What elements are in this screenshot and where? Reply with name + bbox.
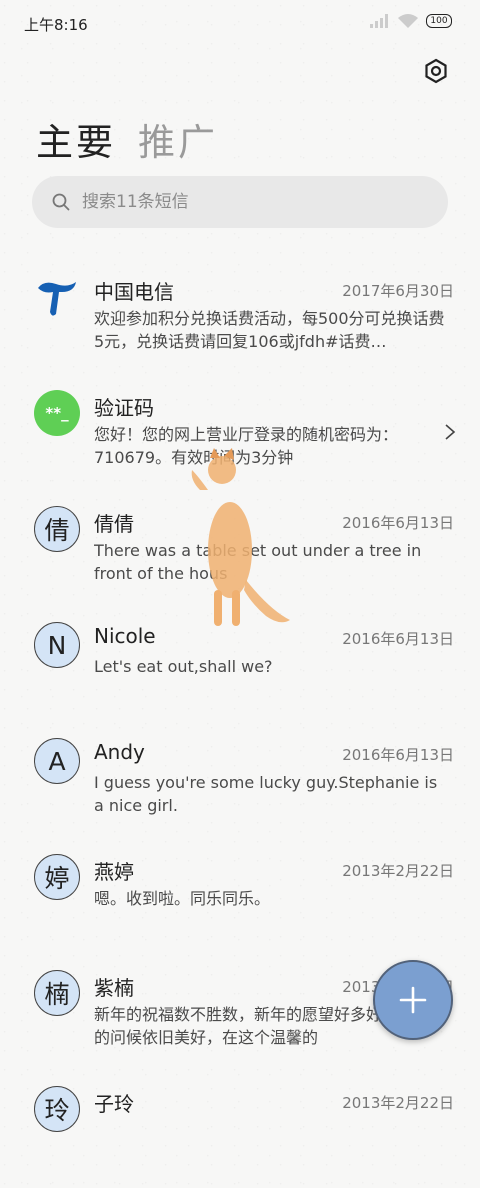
settings-button[interactable] <box>420 55 452 87</box>
conversation-item[interactable]: N Nicole 2016年6月13日 Let's eat out,shall … <box>0 608 480 724</box>
conversation-item[interactable]: 婷 燕婷 2013年2月22日 嗯。收到啦。同乐同乐。 <box>0 840 480 956</box>
verification-code-avatar: **_ <box>34 390 80 436</box>
avatar: 婷 <box>34 854 80 900</box>
conversation-preview: Let's eat out,shall we? <box>94 657 273 676</box>
search-input[interactable] <box>80 191 414 213</box>
conversation-item[interactable]: 中国电信 2017年6月30日 欢迎参加积分兑换话费活动，每500分可兑换话费5… <box>0 260 480 376</box>
avatar: 倩 <box>34 506 80 552</box>
wifi-icon <box>398 14 418 28</box>
new-message-button[interactable] <box>373 960 453 1040</box>
conversation-name: 倩倩 <box>94 512 134 536</box>
conversation-item[interactable]: 玲 子玲 2013年2月22日 <box>0 1072 480 1188</box>
status-icons: 100 <box>370 14 452 28</box>
avatar: A <box>34 738 80 784</box>
status-bar: 上午8:16 100 <box>0 0 480 46</box>
conversation-preview: 您好！您的网上营业厅登录的随机密码为：710679。有效时间为3分钟 <box>94 425 399 467</box>
tab-bar: 主要 推广 <box>36 112 218 166</box>
settings-icon <box>425 58 447 84</box>
conversation-item[interactable]: A Andy 2016年6月13日 I guess you're some lu… <box>0 724 480 840</box>
tab-promotions[interactable]: 推广 <box>138 112 218 166</box>
avatar: 楠 <box>34 970 80 1016</box>
conversation-date: 2017年6月30日 <box>342 282 454 300</box>
conversation-name: Andy <box>94 740 145 764</box>
conversation-date: 2013年2月22日 <box>342 1094 454 1112</box>
tab-primary[interactable]: 主要 <box>36 112 116 166</box>
conversation-name: 中国电信 <box>94 280 174 304</box>
chevron-right-icon[interactable] <box>444 423 456 441</box>
telecom-logo-icon <box>34 274 80 320</box>
conversation-preview: 欢迎参加积分兑换话费活动，每500分可兑换话费5元，兑换话费请回复106或jfd… <box>94 309 445 351</box>
conversation-name: 验证码 <box>94 396 154 420</box>
conversation-item[interactable]: 倩 倩倩 2016年6月13日 There was a table set ou… <box>0 492 480 608</box>
conversation-name: 紫楠 <box>94 976 134 1000</box>
conversation-item[interactable]: **_ 验证码 您好！您的网上营业厅登录的随机密码为：710679。有效时间为3… <box>0 376 480 492</box>
search-icon <box>52 193 70 211</box>
conversation-name: 燕婷 <box>94 860 134 884</box>
conversation-date: 2013年2月22日 <box>342 862 454 880</box>
avatar: N <box>34 622 80 668</box>
conversation-date: 2016年6月13日 <box>342 746 454 764</box>
signal-icon <box>370 14 388 28</box>
conversation-date: 2016年6月13日 <box>342 630 454 648</box>
conversation-name: Nicole <box>94 624 156 648</box>
conversation-preview: There was a table set out under a tree i… <box>94 541 422 583</box>
conversation-list: 中国电信 2017年6月30日 欢迎参加积分兑换话费活动，每500分可兑换话费5… <box>0 260 480 1188</box>
plus-icon <box>399 986 427 1014</box>
status-time: 上午8:16 <box>24 16 88 34</box>
avatar: 玲 <box>34 1086 80 1132</box>
conversation-name: 子玲 <box>94 1092 134 1116</box>
search-bar[interactable] <box>32 176 448 228</box>
conversation-preview: 嗯。收到啦。同乐同乐。 <box>94 889 271 908</box>
conversation-preview: I guess you're some lucky guy.Stephanie … <box>94 773 438 815</box>
battery-icon: 100 <box>426 14 452 28</box>
conversation-date: 2016年6月13日 <box>342 514 454 532</box>
